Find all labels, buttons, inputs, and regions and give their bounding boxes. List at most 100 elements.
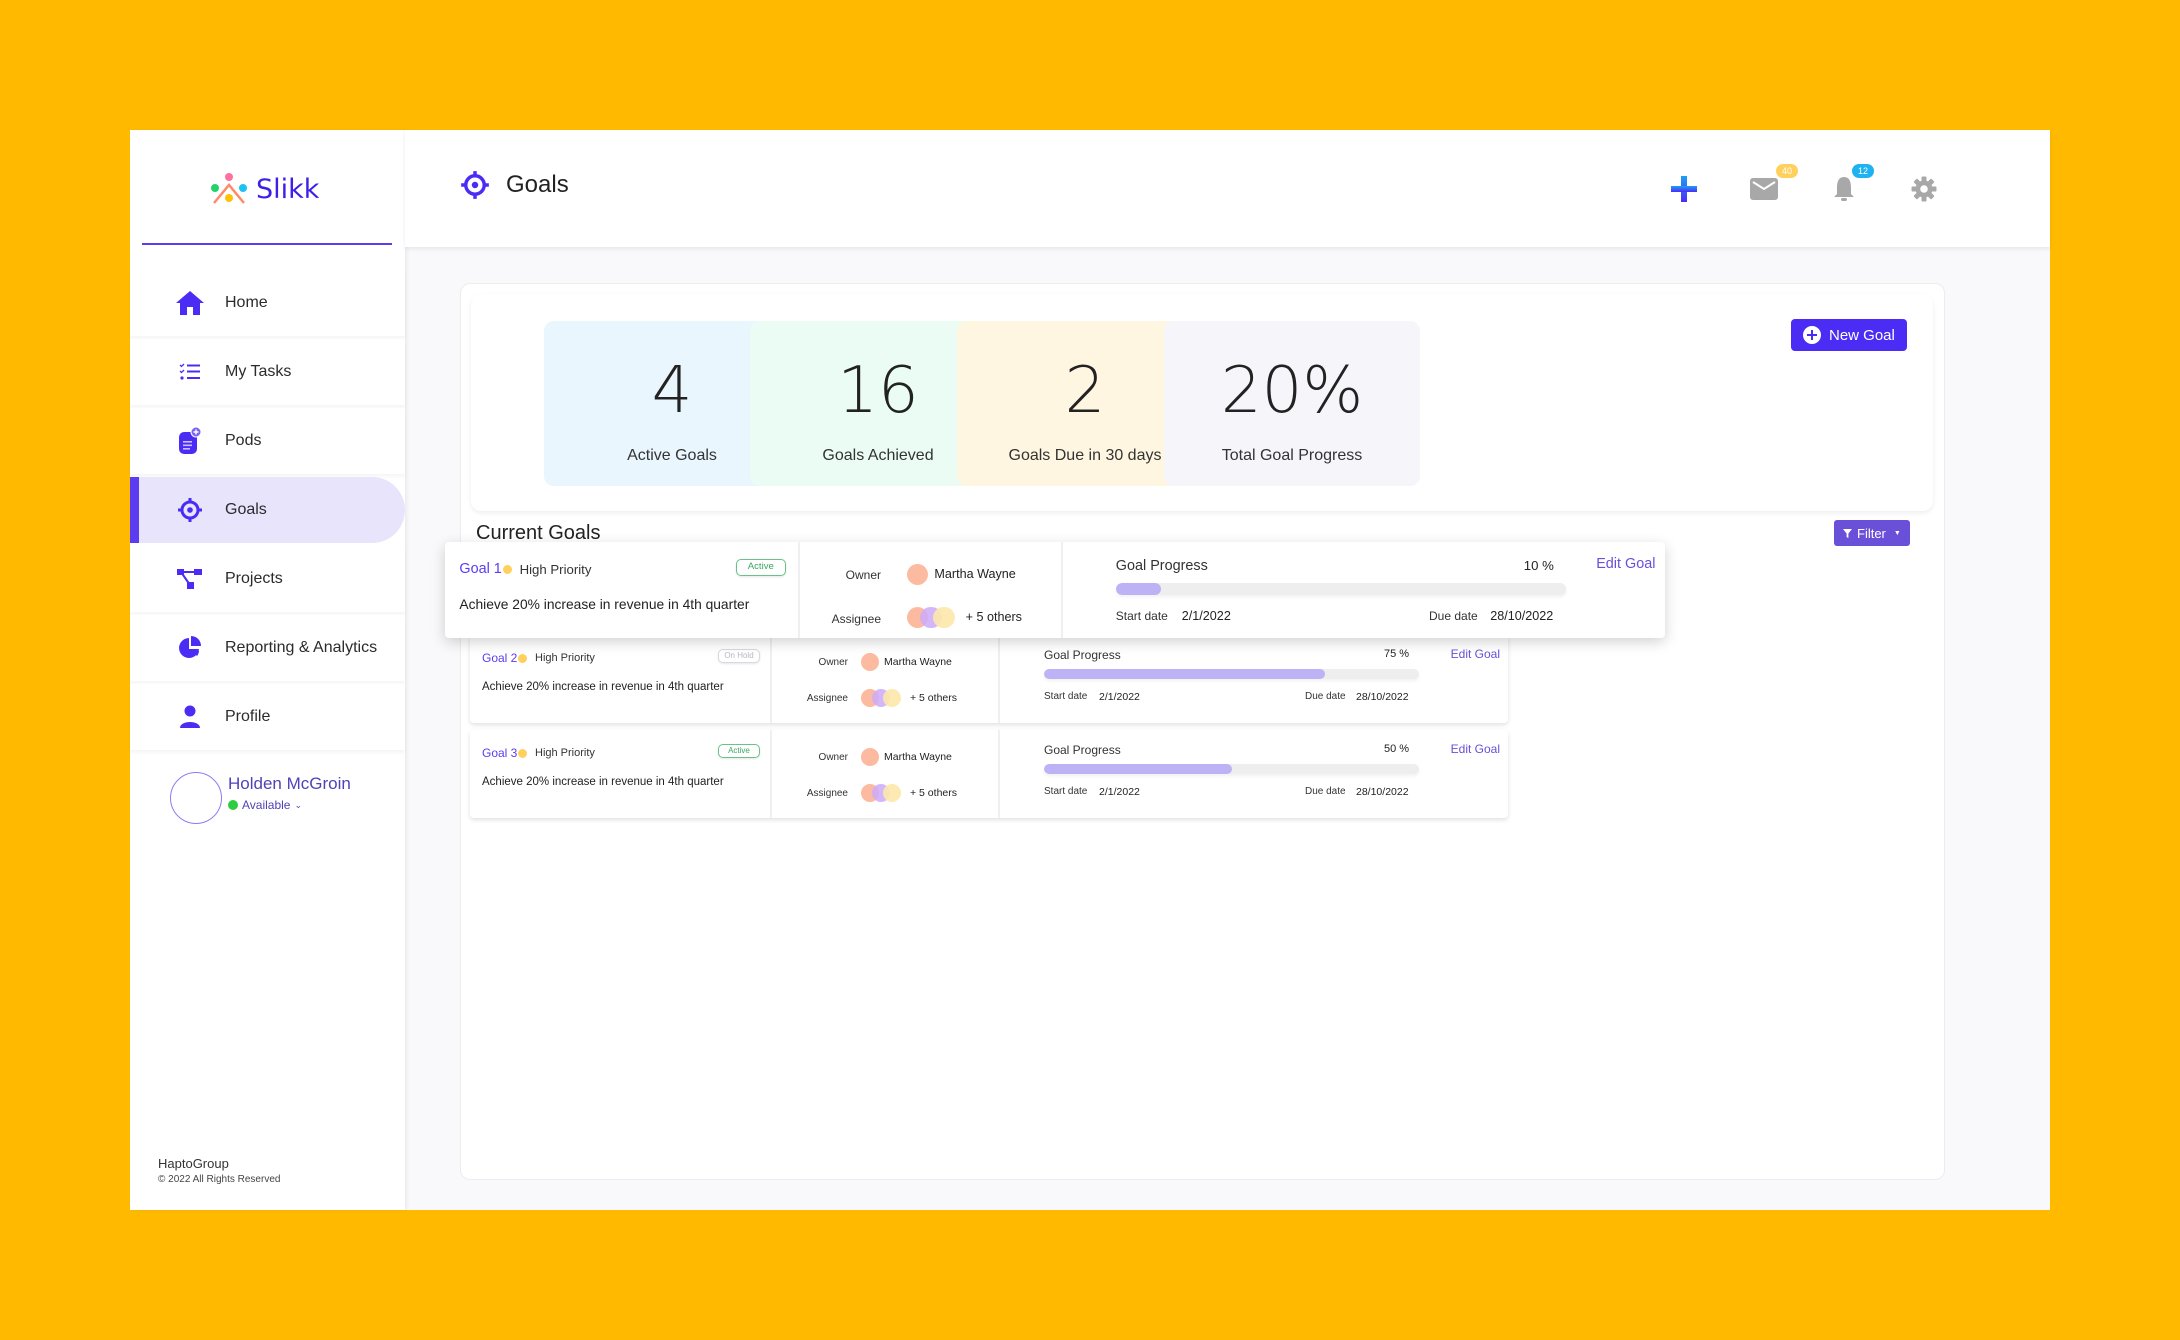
progress-fill bbox=[1115, 582, 1161, 595]
goal-description: Achieve 20% increase in revenue in 4th q… bbox=[482, 776, 724, 788]
filter-label: Filter bbox=[1857, 525, 1886, 541]
priority-label: High Priority bbox=[535, 652, 595, 664]
progress-label: Goal Progress bbox=[1044, 743, 1121, 757]
sidebar-item-label: My Tasks bbox=[225, 363, 292, 380]
due-date-label: Due date bbox=[1305, 786, 1346, 797]
owner-avatar[interactable] bbox=[861, 748, 879, 766]
sidebar-item-pods[interactable]: Pods bbox=[130, 408, 405, 474]
sidebar-item-label: Pods bbox=[225, 432, 262, 449]
owner-avatar[interactable] bbox=[861, 653, 879, 671]
progress-label: Goal Progress bbox=[1115, 557, 1208, 574]
goal-name-link[interactable]: Goal 3 bbox=[482, 746, 517, 760]
status-badge: Active bbox=[735, 558, 786, 576]
sidebar-item-home[interactable]: Home bbox=[130, 270, 405, 336]
page-title: Goals bbox=[460, 170, 569, 200]
filter-button[interactable]: Filter ▼ bbox=[1834, 520, 1910, 546]
start-date: 2/1/2022 bbox=[1099, 786, 1140, 798]
stat-label: Active Goals bbox=[627, 447, 717, 464]
notifications-button[interactable]: 12 bbox=[1828, 164, 1874, 205]
priority-indicator: High Priority bbox=[502, 562, 592, 578]
start-date-label: Start date bbox=[1044, 786, 1088, 797]
chevron-down-icon: ⌄ bbox=[294, 799, 303, 810]
due-date: 28/10/2022 bbox=[1356, 786, 1409, 798]
due-date: 28/10/2022 bbox=[1490, 609, 1554, 624]
assignees-more[interactable]: + 5 others bbox=[910, 787, 957, 799]
goal-name-link[interactable]: Goal 2 bbox=[482, 651, 517, 665]
progress-percent: 75 % bbox=[1384, 648, 1410, 660]
sidebar-item-goals[interactable]: Goals bbox=[130, 477, 405, 543]
copyright-icon: © bbox=[158, 1174, 166, 1185]
progress-label: Goal Progress bbox=[1044, 648, 1121, 662]
target-icon bbox=[175, 495, 205, 525]
goal-progress: Goal Progress 50 % Start date 2/1/2022 D… bbox=[1000, 730, 1508, 818]
progress-fill bbox=[1044, 764, 1232, 774]
new-goal-button[interactable]: New Goal bbox=[1791, 319, 1907, 351]
pie-chart-icon bbox=[175, 633, 205, 663]
home-icon bbox=[175, 288, 205, 318]
assignee-label: Assignee bbox=[806, 693, 848, 704]
status-dropdown[interactable]: Available ⌄ bbox=[228, 798, 351, 812]
assignee-avatar[interactable] bbox=[933, 606, 955, 629]
assignees-more[interactable]: + 5 others bbox=[966, 610, 1022, 624]
assignees-more[interactable]: + 5 others bbox=[910, 692, 957, 704]
owner-name: Martha Wayne bbox=[934, 567, 1016, 582]
edit-goal-link[interactable]: Edit Goal bbox=[1596, 556, 1655, 572]
owner-label: Owner bbox=[818, 752, 848, 763]
stat-label: Goals Achieved bbox=[822, 447, 934, 464]
assignee-avatar[interactable] bbox=[883, 689, 901, 707]
priority-label: High Priority bbox=[519, 562, 592, 578]
goal-description: Achieve 20% increase in revenue in 4th q… bbox=[459, 597, 750, 613]
stat-card-total-progress: 20% Total Goal Progress bbox=[1164, 321, 1420, 486]
goal-row-2[interactable]: Goal 2 High Priority On Hold Achieve 20%… bbox=[470, 635, 1508, 723]
priority-dot-icon bbox=[518, 653, 527, 663]
plus-circle-icon bbox=[1803, 326, 1821, 344]
sidebar-item-my-tasks[interactable]: My Tasks bbox=[130, 339, 405, 405]
page-title-text: Goals bbox=[506, 171, 569, 198]
priority-indicator: High Priority bbox=[518, 747, 595, 759]
owner-avatar[interactable] bbox=[906, 563, 929, 586]
status-badge: Active bbox=[718, 744, 760, 758]
mail-button[interactable]: 40 bbox=[1748, 164, 1798, 205]
owner-label: Owner bbox=[818, 657, 848, 668]
sidebar-item-reporting[interactable]: Reporting & Analytics bbox=[130, 615, 405, 681]
new-goal-label: New Goal bbox=[1829, 326, 1895, 344]
start-date-label: Start date bbox=[1044, 691, 1088, 702]
logo-divider bbox=[142, 243, 392, 245]
person-icon bbox=[175, 702, 205, 732]
goal-info: Goal 3 High Priority Active Achieve 20% … bbox=[470, 730, 772, 818]
owner-name: Martha Wayne bbox=[884, 751, 952, 763]
goal-people: Owner Martha Wayne Assignee + 5 others bbox=[800, 542, 1063, 638]
goal-progress: Goal Progress 10 % Start date 2/1/2022 D… bbox=[1063, 542, 1665, 638]
progress-percent: 50 % bbox=[1384, 743, 1410, 755]
goal-row-1[interactable]: Goal 1 High Priority Active Achieve 20% … bbox=[445, 542, 1665, 638]
goal-description: Achieve 20% increase in revenue in 4th q… bbox=[482, 681, 724, 693]
user-profile[interactable]: Holden McGroin Available ⌄ bbox=[170, 772, 351, 824]
edit-goal-link[interactable]: Edit Goal bbox=[1451, 647, 1500, 661]
assignee-avatar[interactable] bbox=[883, 784, 901, 802]
pods-icon bbox=[175, 426, 205, 456]
edit-goal-link[interactable]: Edit Goal bbox=[1451, 742, 1500, 756]
due-date-label: Due date bbox=[1429, 609, 1478, 624]
sidebar-footer: HaptoGroup © 2022 All Rights Reserved bbox=[158, 1156, 280, 1185]
settings-button[interactable] bbox=[1908, 173, 1940, 205]
progress-percent: 10 % bbox=[1523, 557, 1554, 573]
avatar[interactable] bbox=[170, 772, 222, 824]
user-name: Holden McGroin bbox=[228, 774, 351, 793]
assignee-label: Assignee bbox=[831, 611, 881, 626]
owner-label: Owner bbox=[845, 568, 881, 583]
sidebar-item-profile[interactable]: Profile bbox=[130, 684, 405, 750]
add-button[interactable] bbox=[1668, 173, 1700, 205]
mail-icon bbox=[1750, 178, 1778, 200]
goal-name-link[interactable]: Goal 1 bbox=[459, 561, 501, 577]
mail-badge: 40 bbox=[1775, 164, 1798, 178]
progress-fill bbox=[1044, 669, 1326, 679]
slikk-logo-icon bbox=[211, 173, 247, 204]
sidebar-item-projects[interactable]: Projects bbox=[130, 546, 405, 612]
goal-people: Owner Martha Wayne Assignee + 5 others bbox=[772, 730, 1000, 818]
stats-summary: 4 Active Goals 16 Goals Achieved 2 Goals… bbox=[471, 294, 1933, 511]
brand-logo[interactable]: Slikk bbox=[210, 172, 319, 206]
goal-row-3[interactable]: Goal 3 High Priority Active Achieve 20% … bbox=[470, 730, 1508, 818]
assignee-label: Assignee bbox=[806, 788, 848, 799]
priority-label: High Priority bbox=[535, 747, 595, 759]
owner-name: Martha Wayne bbox=[884, 656, 952, 668]
